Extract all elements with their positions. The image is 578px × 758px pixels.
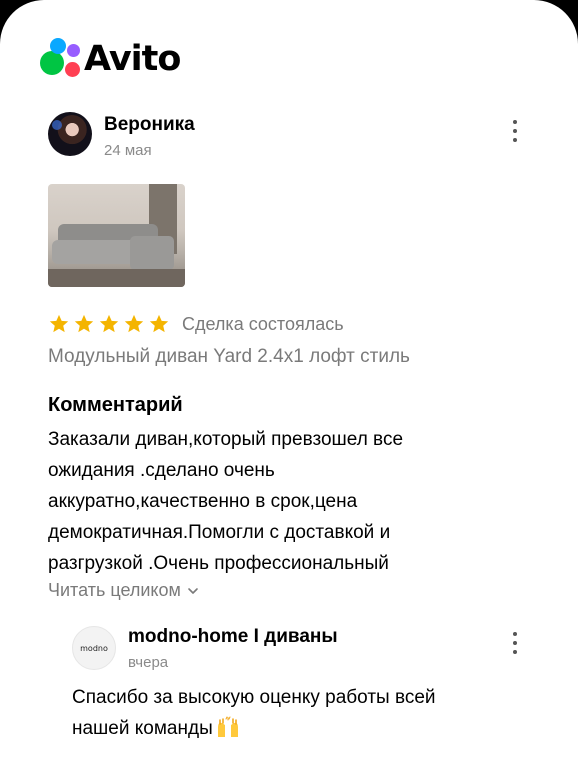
reply-text: Спасибо за высокую оценку работы всей на…: [72, 682, 512, 744]
star-icon: [99, 314, 119, 333]
rating-row: Сделка состоялась: [48, 312, 344, 336]
comment-line: разгрузкой .Очень профессиональный: [48, 553, 389, 574]
logo-dot-blue: [50, 38, 66, 54]
comment-line: Заказали диван,который превзошел все: [48, 429, 404, 450]
star-icon: [49, 314, 69, 333]
shop-name[interactable]: modno-home I диваны: [128, 626, 338, 648]
star-icon: [149, 314, 169, 333]
review-date: 24 мая: [104, 142, 152, 159]
review-more-options-icon[interactable]: [510, 120, 520, 142]
comment-line: аккуратно,качественно в срок,цена: [48, 491, 358, 512]
logo-dot-green: [40, 51, 64, 75]
comment-body: Заказали диван,который превзошел все ожи…: [48, 424, 518, 579]
comment-line: демократичная.Помогли с доставкой и: [48, 522, 391, 543]
seller-reply: modno modno-home I диваны вчера Спасибо …: [72, 624, 532, 754]
chevron-down-icon: [188, 587, 198, 594]
reviewer-avatar[interactable]: [48, 112, 92, 156]
avito-logo-icon: [40, 38, 84, 80]
reply-date: вчера: [128, 654, 169, 671]
star-icon: [124, 314, 144, 333]
product-name[interactable]: Модульный диван Yard 2.4x1 лофт стиль: [48, 346, 410, 368]
comment-line: ожидания .сделано очень: [48, 460, 275, 481]
raising-hands-emoji-icon: [217, 716, 238, 737]
review-header: Вероника 24 мая: [48, 112, 538, 162]
star-rating: [48, 313, 170, 335]
logo-dot-red: [65, 62, 80, 77]
logo-dot-purple: [67, 44, 80, 57]
reviewer-name[interactable]: Вероника: [104, 114, 195, 136]
shop-avatar[interactable]: modno: [72, 626, 116, 670]
star-icon: [74, 314, 94, 333]
shop-avatar-text: modno: [80, 643, 108, 653]
reply-line: Спасибо за высокую оценку работы всей: [72, 687, 436, 708]
review-photo[interactable]: [48, 184, 185, 287]
read-more-label: Читать целиком: [48, 580, 181, 600]
reply-line: нашей команды: [72, 713, 512, 744]
avito-logo[interactable]: Avito: [40, 38, 181, 80]
reply-more-options-icon[interactable]: [510, 632, 520, 654]
reply-line-text: нашей команды: [72, 718, 213, 739]
deal-status: Сделка состоялась: [182, 313, 344, 334]
review-card: Avito Вероника 24 мая Сделка состоялась …: [0, 0, 578, 758]
logo-text: Avito: [84, 39, 181, 79]
read-more-link[interactable]: Читать целиком: [48, 580, 199, 601]
comment-heading: Комментарий: [48, 394, 183, 416]
